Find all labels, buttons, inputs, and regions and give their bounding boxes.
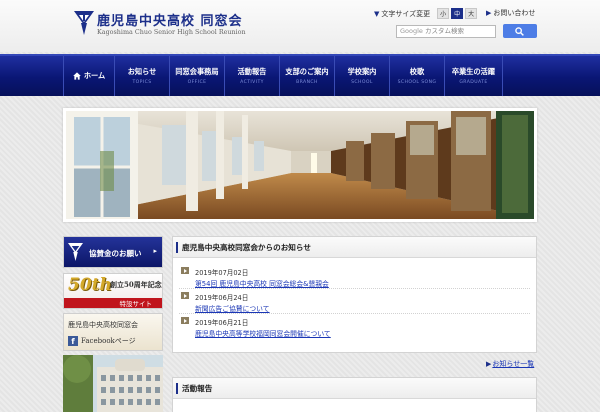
site-header: 鹿児島中央高校 同窓会 Kagoshima Chuo Senior High S… bbox=[0, 0, 600, 52]
activity-panel-title: 活動報告 bbox=[182, 384, 213, 393]
play-bullet-icon bbox=[181, 317, 189, 324]
anniversary-banner[interactable]: 50th 創立50周年記念 特設サイト bbox=[63, 273, 163, 309]
news-list: 2019年07月02日 第54回 鹿児島中央高校 同窓会総会&懇親会 2019年… bbox=[173, 258, 536, 339]
nav-label: 支部のご案内 bbox=[285, 67, 329, 76]
title-accent-bar bbox=[176, 242, 178, 253]
school-crest-icon[interactable] bbox=[74, 11, 94, 35]
nav-school-song[interactable]: 校歌 SCHOOL SONG bbox=[389, 56, 444, 96]
facebook-label: Facebookページ bbox=[81, 337, 136, 345]
nav-sublabel: ACTIVITY bbox=[240, 80, 264, 85]
search-icon bbox=[515, 27, 524, 36]
font-size-switcher: ▼ 文字サイズ変更 小 中 大 bbox=[374, 8, 478, 19]
nav-label: 学校案内 bbox=[347, 67, 377, 76]
news-item: 2019年06月21日 鹿児島中央高等学校福岡同窓会開催について bbox=[179, 314, 530, 339]
nav-school[interactable]: 学校案内 SCHOOL bbox=[334, 56, 389, 96]
home-icon bbox=[72, 72, 81, 80]
news-more-label: お知らせ一覧 bbox=[492, 360, 535, 368]
facebook-title: 鹿児島中央高校同窓会 bbox=[68, 321, 138, 329]
donation-label: 協賛金のお願い bbox=[89, 249, 142, 258]
news-link[interactable]: 鹿児島中央高等学校福岡同窓会開催について bbox=[195, 328, 331, 338]
nav-sublabel: OFFICE bbox=[187, 80, 207, 85]
anniversary-site-label: 特設サイト bbox=[64, 298, 162, 308]
corridor-photo bbox=[66, 111, 534, 219]
nav-graduate[interactable]: 卒業生の活躍 GRADUATE bbox=[444, 56, 503, 96]
nav-sublabel: BRANCH bbox=[296, 80, 318, 85]
nav-label: 校歌 bbox=[409, 67, 425, 76]
contact-label: お問い合わせ bbox=[493, 9, 536, 17]
news-item: 2019年07月02日 第54回 鹿児島中央高校 同窓会総会&懇親会 bbox=[179, 264, 530, 289]
nav-home-label: ホーム bbox=[83, 71, 106, 80]
nav-sublabel: SCHOOL SONG bbox=[397, 80, 437, 85]
news-date: 2019年06月21日 bbox=[195, 319, 249, 327]
news-link[interactable]: 新聞広告ご協賛について bbox=[195, 303, 270, 313]
search-input[interactable]: Google カスタム検索 bbox=[396, 25, 496, 38]
news-date: 2019年07月02日 bbox=[195, 269, 249, 277]
search-placeholder: カスタム検索 bbox=[425, 27, 464, 35]
facebook-icon: f bbox=[68, 336, 78, 346]
nav-label: 卒業生の活躍 bbox=[451, 67, 496, 76]
nav-topics[interactable]: お知らせ TOPICS bbox=[114, 56, 169, 96]
school-building-banner[interactable] bbox=[63, 355, 163, 412]
main-nav: ホーム お知らせ TOPICS 同窓会事務局 OFFICE 活動報告 ACTIV… bbox=[0, 54, 600, 96]
site-subtitle: Kagoshima Chuo Senior High School Reunio… bbox=[97, 28, 246, 36]
nav-label: 同窓会事務局 bbox=[175, 67, 219, 76]
news-more-link[interactable]: ▶お知らせ一覧 bbox=[486, 359, 534, 369]
donation-banner[interactable]: 協賛金のお願い ▸ bbox=[63, 236, 163, 268]
nav-label: 活動報告 bbox=[237, 67, 267, 76]
news-panel-title: 鹿児島中央高校同窓会からのお知らせ bbox=[182, 243, 311, 252]
nav-sublabel: GRADUATE bbox=[459, 80, 488, 85]
nav-branch[interactable]: 支部のご案内 BRANCH bbox=[279, 56, 334, 96]
activity-panel: 活動報告 bbox=[172, 377, 537, 412]
font-size-medium-button[interactable]: 中 bbox=[451, 8, 464, 19]
triangle-bullet-icon: ▶ bbox=[486, 9, 492, 17]
news-link[interactable]: 第54回 鹿児島中央高校 同窓会総会&懇親会 bbox=[195, 278, 329, 288]
google-label: Google bbox=[400, 27, 423, 35]
anniversary-50th-text: 50th bbox=[68, 275, 112, 295]
school-building-photo bbox=[63, 355, 163, 412]
nav-office[interactable]: 同窓会事務局 OFFICE bbox=[169, 56, 224, 96]
nav-sublabel: TOPICS bbox=[132, 80, 152, 85]
school-crest-icon bbox=[68, 243, 83, 261]
news-panel: 鹿児島中央高校同窓会からのお知らせ 2019年07月02日 第54回 鹿児島中央… bbox=[172, 236, 537, 353]
nav-label: お知らせ bbox=[127, 67, 157, 76]
hero-image bbox=[63, 108, 537, 222]
activity-panel-header: 活動報告 bbox=[173, 378, 536, 399]
arrow-right-icon: ▶ bbox=[486, 360, 492, 368]
news-date: 2019年06月24日 bbox=[195, 294, 249, 302]
triangle-bullet-icon: ▼ bbox=[374, 9, 380, 18]
font-size-small-button[interactable]: 小 bbox=[437, 8, 450, 19]
nav-home[interactable]: ホーム bbox=[63, 56, 114, 96]
font-size-label: 文字サイズ変更 bbox=[381, 9, 431, 18]
search-button[interactable] bbox=[503, 24, 537, 38]
nav-sublabel: SCHOOL bbox=[351, 80, 373, 85]
news-panel-header: 鹿児島中央高校同窓会からのお知らせ bbox=[173, 237, 536, 258]
contact-link[interactable]: ▶ お問い合わせ bbox=[486, 8, 535, 18]
news-item: 2019年06月24日 新聞広告ご協賛について bbox=[179, 289, 530, 314]
nav-activity[interactable]: 活動報告 ACTIVITY bbox=[224, 56, 279, 96]
font-size-large-button[interactable]: 大 bbox=[465, 8, 478, 19]
site-title[interactable]: 鹿児島中央高校 同窓会 bbox=[97, 10, 243, 29]
title-accent-bar bbox=[176, 383, 178, 394]
anniversary-title: 創立50周年記念 bbox=[110, 280, 162, 289]
arrow-right-icon: ▸ bbox=[153, 247, 157, 255]
play-bullet-icon bbox=[181, 292, 189, 299]
play-bullet-icon bbox=[181, 267, 189, 274]
facebook-banner[interactable]: 鹿児島中央高校同窓会 f Facebookページ bbox=[63, 313, 163, 351]
